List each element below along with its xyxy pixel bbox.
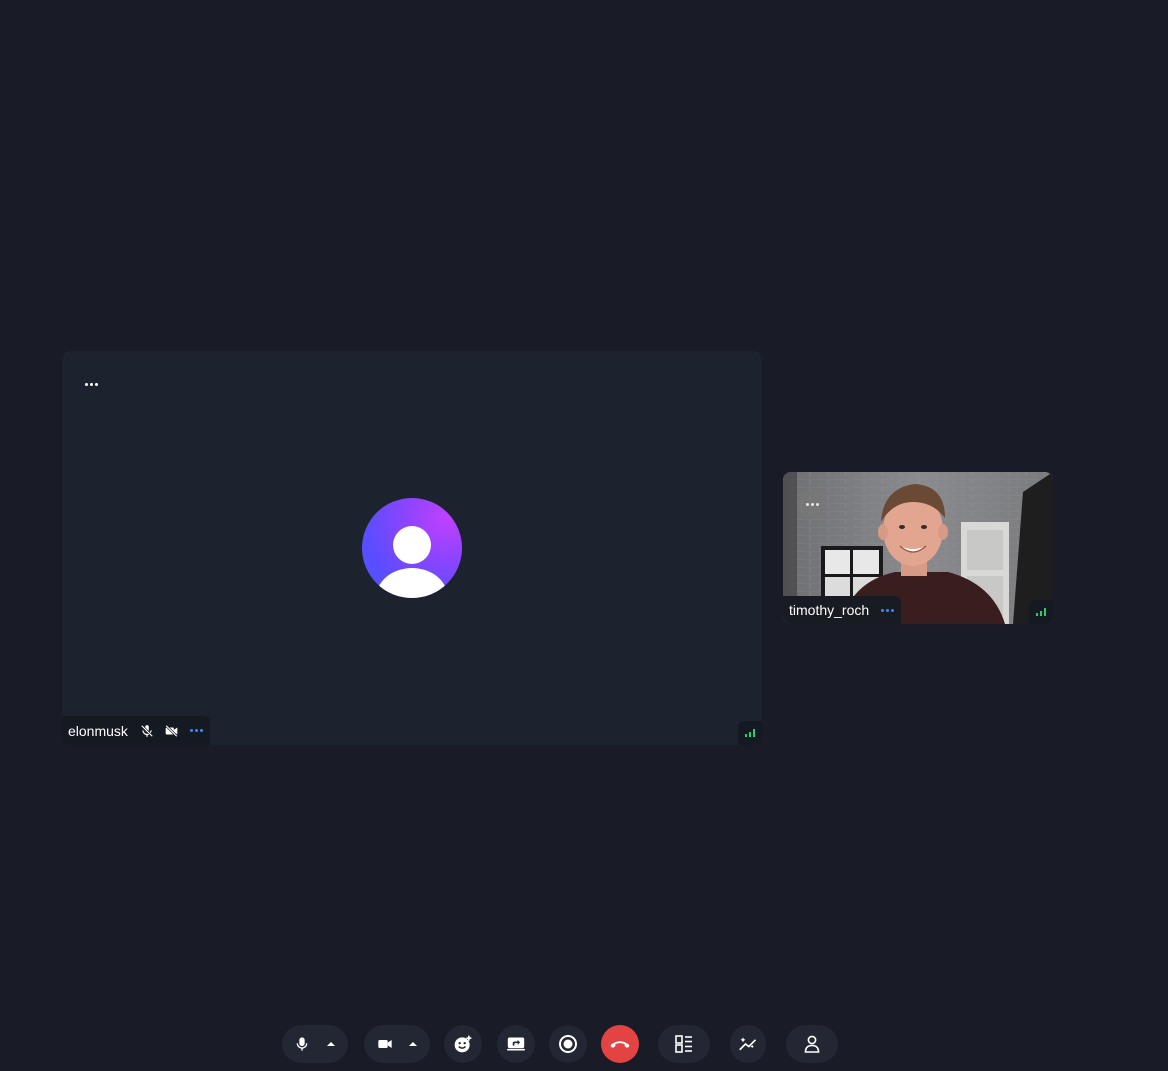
participant-tile-main[interactable]: elonmusk (62, 351, 762, 745)
reactions-button[interactable] (444, 1025, 482, 1063)
participant-nameplate: elonmusk (62, 716, 210, 745)
participant-name: timothy_roch (789, 602, 870, 618)
mic-muted-icon (139, 723, 155, 739)
call-controls-toolbar (0, 1024, 1168, 1064)
participants-button[interactable] (786, 1025, 838, 1063)
end-call-button[interactable] (601, 1025, 639, 1063)
participant-more-options[interactable] (189, 729, 204, 732)
effects-icon (739, 1037, 757, 1051)
layout-icon (675, 1035, 692, 1053)
avatar (362, 498, 462, 598)
participant-name: elonmusk (68, 722, 128, 739)
connection-quality-icon (738, 721, 762, 745)
connection-quality-icon (1029, 600, 1053, 624)
participant-more-options[interactable] (880, 608, 895, 612)
user-silhouette-icon (376, 526, 448, 598)
chevron-up-icon[interactable] (326, 1039, 336, 1049)
record-button[interactable] (549, 1025, 587, 1063)
effects-button[interactable] (730, 1025, 766, 1063)
camera-off-icon (164, 723, 180, 739)
camera-icon (378, 1040, 392, 1048)
layout-button[interactable] (658, 1025, 710, 1063)
meeting-stage: elonmusk timothy_roch (0, 0, 1168, 1071)
mic-icon (296, 1037, 308, 1051)
chevron-up-icon[interactable] (408, 1039, 418, 1049)
tile-options-button[interactable] (80, 373, 102, 395)
participants-icon (804, 1035, 820, 1053)
screen-share-icon (507, 1037, 525, 1051)
camera-button[interactable] (364, 1025, 430, 1063)
participant-nameplate: timothy_roch (783, 596, 902, 624)
microphone-button[interactable] (282, 1025, 348, 1063)
participant-tile-secondary[interactable]: timothy_roch (783, 472, 1053, 624)
end-call-icon (610, 1041, 630, 1048)
screen-share-button[interactable] (497, 1025, 535, 1063)
tile-options-button[interactable] (797, 489, 827, 519)
emoji-reaction-icon (454, 1035, 472, 1053)
record-icon (559, 1035, 577, 1053)
